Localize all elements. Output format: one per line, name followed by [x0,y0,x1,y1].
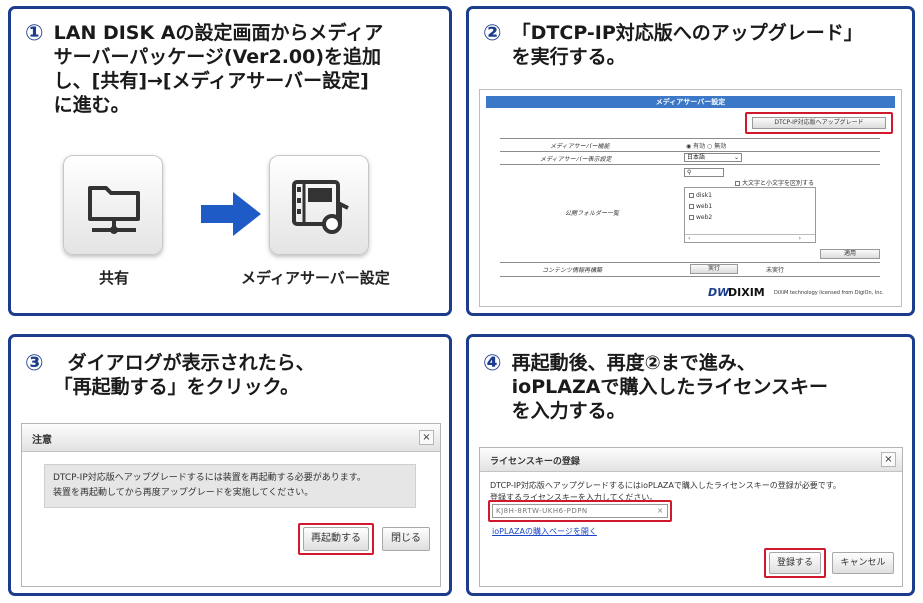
step3-instruction: ③ ダイアログが表示されたら、 「再起動する」をクリック。 [25,351,315,399]
run-button[interactable]: 実行 [690,264,738,274]
step1-text: LAN DISK Aの設定画面からメディア サーバーパッケージ(Ver2.00)… [53,22,384,116]
step3-panel: ③ ダイアログが表示されたら、 「再起動する」をクリック。 注意 × DTCP-… [8,334,452,596]
dialog-header: 注意 × [22,424,440,452]
right-arrow-icon [201,192,261,236]
step3-text: ダイアログが表示されたら、 「再起動する」をクリック。 [53,352,315,398]
folder-checkbox[interactable] [689,215,694,220]
media-film-icon [292,180,349,234]
step1-number: ① [25,21,44,46]
dialog-title: ライセンスキーの登録 [490,457,580,467]
row-divider [500,164,880,165]
rebuild-status: 未実行 [766,267,785,274]
media-function-radio[interactable]: ◉ 有効 ○ 無効 [686,141,726,150]
folder-item[interactable]: web1 [689,203,712,210]
step1-panel: ① LAN DISK Aの設定画面からメディア サーバーパッケージ(Ver2.0… [8,6,452,316]
row-divider [500,151,880,152]
language-select[interactable]: 日本語 ⌄ [684,153,742,162]
step3-number: ③ [25,351,44,376]
step2-text: 「DTCP-IP対応版へのアップグレード」 を実行する。 [511,22,863,68]
rebuild-label: コンテンツ情報再構築 [542,267,603,274]
chevron-right-icon[interactable]: › [799,235,801,242]
restart-button[interactable]: 再起動する [303,527,369,551]
register-button[interactable]: 登録する [769,552,821,574]
folder-checkbox[interactable] [689,204,694,209]
folder-search-input[interactable]: ⚲ [684,168,724,177]
dialog-title: 注意 [32,435,52,446]
cancel-button[interactable]: キャンセル [832,552,894,574]
row-divider [500,138,880,139]
close-icon[interactable]: × [881,452,896,467]
share-label: 共有 [99,269,130,287]
row-divider [500,276,880,277]
media-server-settings-screenshot: メディアサーバー設定 DTCP-IP対応版へアップグレード メディアサーバー機能… [479,89,902,307]
folder-checkbox[interactable] [689,193,694,198]
horizontal-scrollbar[interactable]: ‹ › [685,234,815,242]
step4-number: ④ [483,351,502,376]
row-divider [500,262,880,263]
close-icon[interactable]: × [419,430,434,445]
clear-icon[interactable]: × [657,505,664,517]
step2-panel: ② 「DTCP-IP対応版へのアップグレード」 を実行する。 メディアサーバー設… [466,6,915,316]
step4-instruction: ④ 再起動後、再度②まで進み、 ioPLAZAで購入したライセンスキー を入力す… [483,351,828,423]
public-folder-label: 公開フォルダー一覧 [565,210,620,217]
step1-instruction: ① LAN DISK Aの設定画面からメディア サーバーパッケージ(Ver2.0… [25,21,383,117]
search-icon: ⚲ [687,169,692,176]
step2-number: ② [483,21,502,46]
ioplaza-purchase-link[interactable]: ioPLAZAの購入ページを開く [492,526,597,537]
share-folder-icon [88,186,140,234]
case-checkbox[interactable] [735,181,740,186]
settings-title-bar: メディアサーバー設定 [486,96,895,108]
license-credit: DiXiM technology licensed from DigiOn, I… [774,290,884,296]
folder-item[interactable]: web2 [689,214,712,221]
dialog-header: ライセンスキーの登録 × [480,448,902,472]
media-server-label: メディアサーバー設定 [241,269,390,287]
dtcp-upgrade-button[interactable]: DTCP-IP対応版へアップグレード [752,117,886,129]
folder-item[interactable]: disk1 [689,192,712,199]
display-setting-label: メディアサーバー表示設定 [540,156,612,163]
step2-instruction: ② 「DTCP-IP対応版へのアップグレード」 を実行する。 [483,21,863,69]
media-function-label: メディアサーバー機能 [550,143,610,150]
close-button[interactable]: 閉じる [382,527,430,551]
folder-list[interactable]: disk1 web1 web2 ‹ › [684,187,816,243]
chevron-down-icon: ⌄ [733,154,739,161]
license-key-input[interactable]: KJ8H-8RTW-UKH6-PDPN × [492,504,668,518]
media-server-icon-tile[interactable] [269,155,369,255]
step4-text: 再起動後、再度②まで進み、 ioPLAZAで購入したライセンスキー を入力する。 [511,352,829,422]
apply-button[interactable]: 適用 [820,249,880,259]
case-sensitive-option[interactable]: 大文字と小文字を区別する [735,178,814,187]
license-dialog: ライセンスキーの登録 × DTCP-IP対応版へアップグレードするにはioPLA… [479,447,903,587]
restart-dialog: 注意 × DTCP-IP対応版へアップグレードするには装置を再起動する必要があり… [21,423,441,587]
share-icon-tile[interactable] [63,155,163,255]
dixim-logo: DIXIM [728,286,765,299]
dialog-message: DTCP-IP対応版へアップグレードするには装置を再起動する必要があります。 装… [44,464,416,508]
step4-panel: ④ 再起動後、再度②まで進み、 ioPLAZAで購入したライセンスキー を入力す… [466,334,915,596]
chevron-left-icon[interactable]: ‹ [688,235,690,242]
dw-logo-mark: DW [708,286,730,299]
